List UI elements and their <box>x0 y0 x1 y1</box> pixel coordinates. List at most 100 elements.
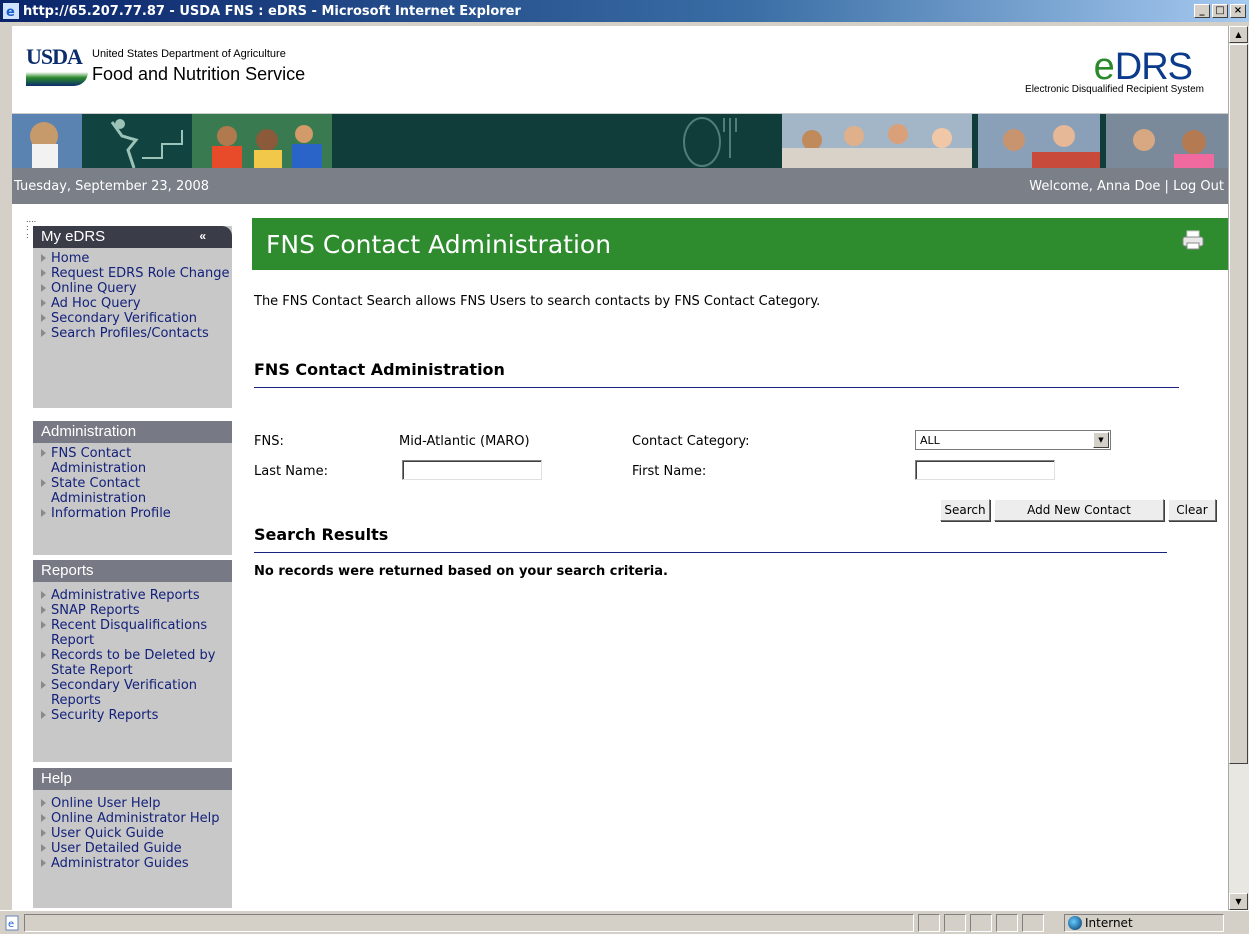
search-button[interactable]: Search <box>940 499 990 521</box>
sidebar-item-secondary-verification[interactable]: Secondary Verification <box>41 311 230 326</box>
globe-icon <box>1068 916 1082 930</box>
sidebar-item-ad-hoc-query[interactable]: Ad Hoc Query <box>41 296 230 311</box>
first-name-input[interactable] <box>915 460 1055 480</box>
sidebar-item-request-role-change[interactable]: Request EDRS Role Change <box>41 266 230 281</box>
scroll-up-icon[interactable]: ▲ <box>1229 26 1248 43</box>
banner-utensils-graphic <box>683 117 737 167</box>
sidebar-item-online-user-help[interactable]: Online User Help <box>41 796 230 811</box>
sidebar-item-records-to-be-deleted[interactable]: Records to be Deleted by State Report <box>41 648 230 678</box>
add-new-contact-button[interactable]: Add New Contact <box>994 499 1164 521</box>
contact-category-select[interactable]: ALL ▼ <box>915 430 1111 450</box>
sidebar-section-help: Help Online User Help Online Administrat… <box>33 768 232 908</box>
status-cell <box>996 914 1018 932</box>
banner-photo-sports <box>12 114 332 168</box>
sidebar-list: Administrative Reports SNAP Reports Rece… <box>33 582 232 737</box>
edrs-logo-caps: DRS <box>1114 46 1193 88</box>
agency-name: Food and Nutrition Service <box>92 64 306 84</box>
site-header: USDA United States Department of Agricul… <box>12 26 1228 114</box>
sidebar-item-search-profiles[interactable]: Search Profiles/Contacts <box>41 326 230 341</box>
date-welcome-bar: Tuesday, September 23, 2008 Welcome, Ann… <box>12 168 1228 204</box>
sidebar-item-online-query[interactable]: Online Query <box>41 281 230 296</box>
status-cell <box>918 914 940 932</box>
usda-swoosh-icon <box>26 72 88 86</box>
ie-icon: e <box>3 3 19 19</box>
fns-label: FNS: <box>254 434 284 449</box>
results-divider <box>254 552 1167 553</box>
photo-banner <box>12 114 1228 168</box>
page-icon: e <box>5 915 19 931</box>
sidebar-item-user-detailed-guide[interactable]: User Detailed Guide <box>41 841 230 856</box>
sidebar-heading-administration: Administration <box>33 421 232 443</box>
edrs-subtitle: Electronic Disqualified Recipient System <box>1025 84 1204 95</box>
no-records-message: No records were returned based on your s… <box>254 564 668 579</box>
svg-text:e: e <box>8 919 14 930</box>
vertical-scrollbar[interactable]: ▲ ▼ <box>1228 26 1249 910</box>
sidebar-item-information-profile[interactable]: Information Profile <box>41 506 230 521</box>
sidebar-item-user-quick-guide[interactable]: User Quick Guide <box>41 826 230 841</box>
security-zone-label: Internet <box>1085 916 1133 930</box>
window-controls: _ □ × <box>1192 4 1246 18</box>
fns-value: Mid-Atlantic (MARO) <box>399 434 530 449</box>
section-title: FNS Contact Administration <box>254 360 505 379</box>
sidebar-item-security-reports[interactable]: Security Reports <box>41 708 230 723</box>
maximize-button[interactable]: □ <box>1212 4 1228 18</box>
contact-category-label: Contact Category: <box>632 434 750 449</box>
page-title-bar: FNS Contact Administration <box>252 218 1228 270</box>
scroll-thumb[interactable] <box>1229 44 1248 764</box>
close-button[interactable]: × <box>1230 4 1246 18</box>
status-cell <box>970 914 992 932</box>
sidebar-section-my-edrs: My eDRS « Home Request EDRS Role Change … <box>33 226 232 408</box>
sidebar-section-reports: Reports Administrative Reports SNAP Repo… <box>33 560 232 762</box>
sidebar-item-administrative-reports[interactable]: Administrative Reports <box>41 588 230 603</box>
current-date: Tuesday, September 23, 2008 <box>14 179 210 194</box>
status-bar: e Internet <box>0 910 1249 934</box>
search-results-title: Search Results <box>254 525 389 544</box>
sidebar-heading-my-edrs: My eDRS « <box>33 226 232 248</box>
clear-button[interactable]: Clear <box>1168 499 1216 521</box>
security-zone: Internet <box>1064 914 1224 932</box>
welcome-separator: | <box>1160 179 1174 194</box>
agency-department: United States Department of Agriculture <box>92 48 286 60</box>
status-cell <box>944 914 966 932</box>
sidebar-heading-help: Help <box>33 768 232 790</box>
minimize-button[interactable]: _ <box>1194 4 1210 18</box>
main-content: FNS Contact Administration The FNS Conta… <box>252 218 1228 579</box>
sidebar-item-fns-contact-admin[interactable]: FNS Contact Administration <box>41 446 230 476</box>
edrs-logo: eDRS <box>1093 46 1193 88</box>
welcome-area: Welcome, Anna Doe | Log Out <box>1029 179 1224 194</box>
sidebar-section-administration: Administration FNS Contact Administratio… <box>33 421 232 555</box>
contact-category-selected: ALL <box>920 434 940 447</box>
sidebar-list: FNS Contact Administration State Contact… <box>33 443 232 535</box>
sidebar-item-secondary-verification-reports[interactable]: Secondary Verification Reports <box>41 678 230 708</box>
sidebar-item-state-contact-admin[interactable]: State Contact Administration <box>41 476 230 506</box>
collapse-sidebar-icon[interactable]: « <box>199 229 206 243</box>
last-name-label: Last Name: <box>254 464 328 479</box>
sidebar-item-online-admin-help[interactable]: Online Administrator Help <box>41 811 230 826</box>
logout-link[interactable]: Log Out <box>1173 179 1224 194</box>
usda-logo[interactable]: USDA <box>26 44 88 86</box>
usda-wordmark: USDA <box>26 44 83 69</box>
window-frame <box>0 22 12 910</box>
intro-text: The FNS Contact Search allows FNS Users … <box>254 294 821 309</box>
printer-icon[interactable] <box>1182 230 1204 250</box>
scroll-down-icon[interactable]: ▼ <box>1229 893 1248 910</box>
sidebar-item-administrator-guides[interactable]: Administrator Guides <box>41 856 230 871</box>
sidebar-heading-reports: Reports <box>33 560 232 582</box>
banner-photo-families <box>782 114 1228 168</box>
edrs-logo-e: e <box>1093 46 1115 88</box>
section-divider <box>254 387 1179 388</box>
window-title-bar: e http://65.207.77.87 - USDA FNS : eDRS … <box>0 0 1249 22</box>
sidebar-heading-label: My eDRS <box>41 228 106 245</box>
welcome-text: Welcome, Anna Doe <box>1029 179 1161 194</box>
last-name-input[interactable] <box>402 460 542 480</box>
sidebar-list: Home Request EDRS Role Change Online Que… <box>33 248 232 355</box>
first-name-label: First Name: <box>632 464 707 479</box>
sidebar-item-recent-disqualifications[interactable]: Recent Disqualifications Report <box>41 618 230 648</box>
sidebar-item-snap-reports[interactable]: SNAP Reports <box>41 603 230 618</box>
svg-text:e: e <box>6 5 15 19</box>
sidebar-item-home[interactable]: Home <box>41 251 230 266</box>
status-text-cell <box>24 914 914 932</box>
page-title: FNS Contact Administration <box>266 230 612 259</box>
window-title: http://65.207.77.87 - USDA FNS : eDRS - … <box>23 3 521 19</box>
chevron-down-icon[interactable]: ▼ <box>1093 432 1109 448</box>
